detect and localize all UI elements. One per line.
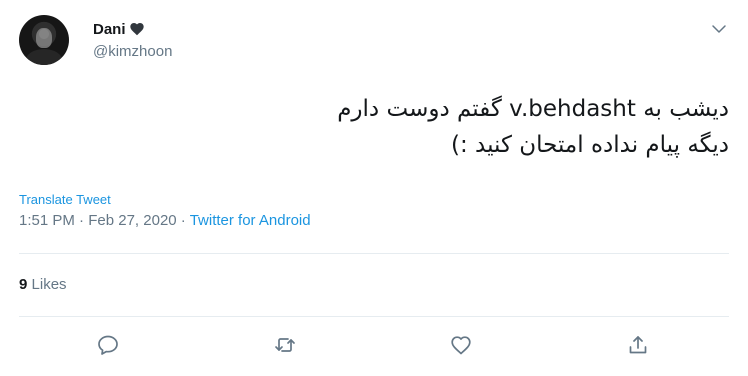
divider: [19, 316, 729, 317]
tweet-meta: 1:51 PM · Feb 27, 2020 · Twitter for And…: [19, 212, 311, 229]
likes-count: 9: [19, 276, 28, 293]
share-icon[interactable]: [626, 333, 652, 359]
tweet-text-part: دیشب به: [643, 96, 729, 122]
tweet-text: دیشب به v.behdasht گفتم دوست دارم دیگه پ…: [169, 92, 729, 164]
black-heart-icon: [129, 21, 145, 37]
meta-separator: ·: [79, 212, 85, 229]
display-name[interactable]: Dani: [93, 21, 126, 38]
meta-separator: ·: [180, 212, 186, 229]
tweet-source-link[interactable]: Twitter for Android: [190, 212, 311, 229]
likes-label: Likes: [31, 276, 67, 293]
translate-tweet-link[interactable]: Translate Tweet: [19, 192, 111, 207]
chevron-down-icon[interactable]: [710, 20, 728, 38]
handle[interactable]: @kimzhoon: [93, 43, 172, 60]
likes-stat[interactable]: 9 Likes: [19, 276, 67, 293]
tweet-text-line-1: دیشب به v.behdasht گفتم دوست دارم: [169, 92, 729, 128]
reply-icon[interactable]: [96, 333, 122, 359]
action-bar: [0, 333, 748, 359]
mention-text: v.behdasht: [509, 96, 636, 122]
avatar[interactable]: [19, 15, 69, 65]
heart-outline-icon[interactable]: [449, 333, 475, 359]
tweet-text-part: گفتم دوست دارم: [337, 96, 502, 122]
divider: [19, 253, 729, 254]
avatar-face: [36, 28, 52, 48]
name-row: Dani: [93, 18, 172, 40]
avatar-shoulders: [26, 49, 62, 65]
tweet-time[interactable]: 1:51 PM: [19, 212, 75, 229]
author-block: Dani @kimzhoon: [93, 18, 172, 61]
tweet-date[interactable]: Feb 27, 2020: [88, 212, 176, 229]
retweet-icon[interactable]: [273, 333, 299, 359]
tweet-text-line-2: دیگه پیام نداده امتحان کنید :): [451, 131, 729, 158]
